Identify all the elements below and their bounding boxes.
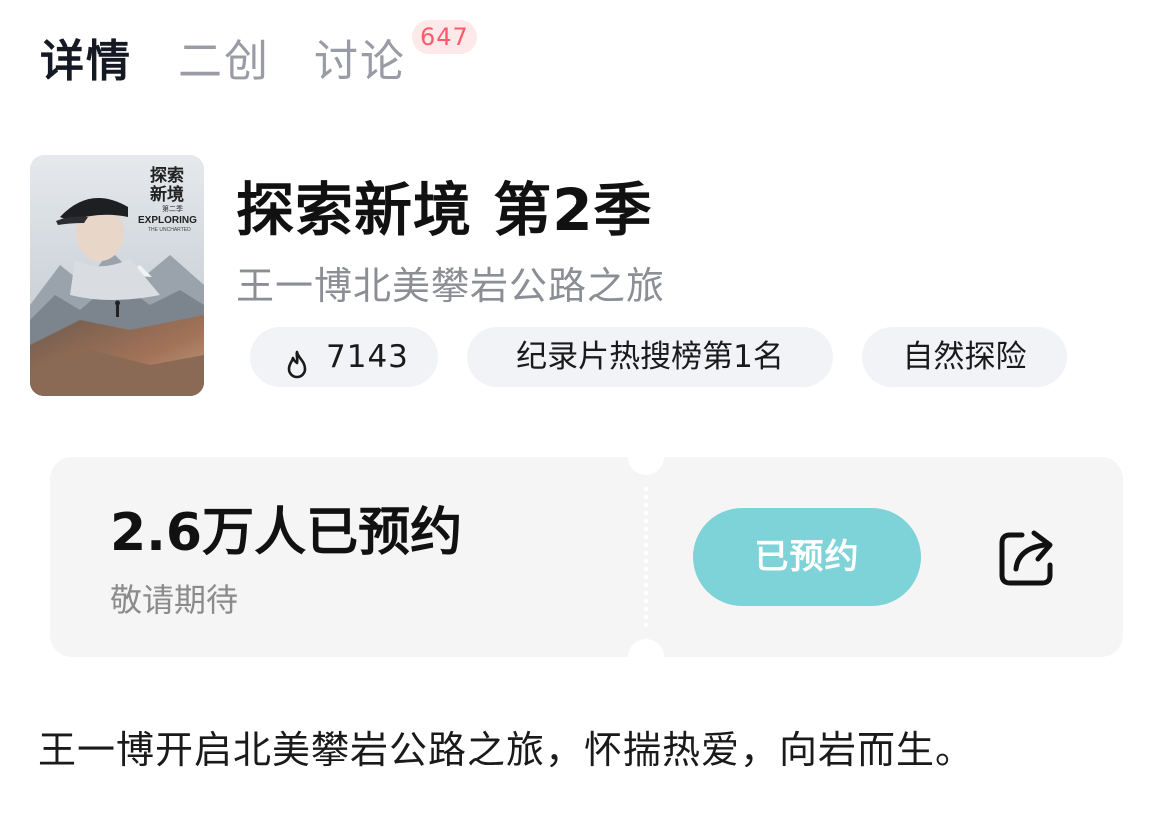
poster-title-line1: 探索 [150,165,184,185]
tab-discuss[interactable]: 讨论 [314,32,406,92]
show-poster[interactable]: 探索 新境 第二季 EXPLORING THE UNCHARTED [30,155,204,396]
poster-season: 第二季 [162,204,183,213]
poster-title-line2: 新境 [150,184,184,204]
tab-details[interactable]: 详情 [40,32,132,92]
poster-english-sub: THE UNCHARTED [148,227,191,233]
ranking-chip[interactable]: 纪录片热搜榜第1名 [467,327,833,387]
show-description: 王一博开启北美攀岩公路之旅，怀揣热爱，向岩而生。 [38,728,975,772]
share-icon [999,530,1053,586]
reservation-subtext: 敬请期待 [110,581,239,619]
heat-chip[interactable]: 7143 [250,327,438,387]
discuss-count-badge: 647 [412,20,477,54]
heat-value: 7143 [326,339,409,375]
ticket-divider [644,487,648,627]
show-detail-page: 详情 二创 讨论 647 探索 新境 第二季 EXPLORING THE UNC… [0,0,1170,824]
tab-remix[interactable]: 二创 [178,32,270,92]
genre-chip[interactable]: 自然探险 [862,327,1067,387]
flame-icon [282,341,312,401]
reservation-count: 2.6万人已预约 [110,503,463,563]
show-subtitle: 王一博北美攀岩公路之旅 [236,264,666,308]
reservation-card: 2.6万人已预约 敬请期待 已预约 [50,439,1123,675]
show-title: 探索新境 第2季 [236,176,653,244]
ticket-notch-top [628,439,664,475]
ticket-notch-bottom [628,639,664,675]
share-button[interactable] [994,525,1060,591]
poster-english-title: EXPLORING [138,215,197,226]
reserved-button[interactable]: 已预约 [693,508,921,606]
